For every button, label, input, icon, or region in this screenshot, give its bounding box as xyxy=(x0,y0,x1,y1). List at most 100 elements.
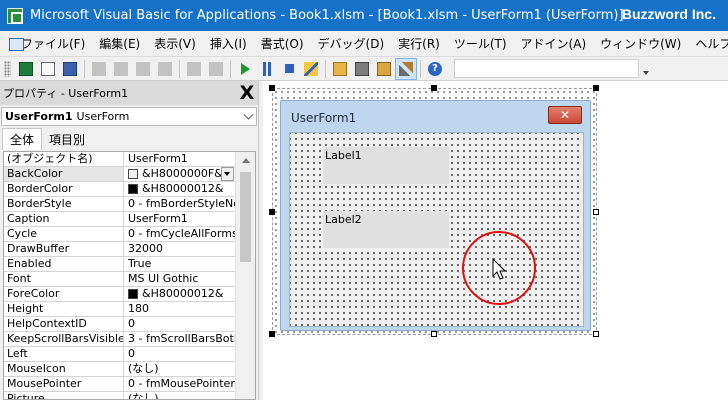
menu-debug[interactable]: デバッグ(D) xyxy=(311,35,392,52)
property-value[interactable]: UserForm1 xyxy=(124,212,235,226)
userform-client-area[interactable]: Label1 Label2 xyxy=(289,132,584,327)
resize-handle[interactable] xyxy=(431,331,437,337)
menu-bar: ファイル(F) 編集(E) 表示(V) 挿入(I) 書式(O) デバッグ(D) … xyxy=(0,31,728,57)
run-button[interactable] xyxy=(234,58,256,80)
label1-control[interactable]: Label1 xyxy=(323,147,449,184)
property-value[interactable]: 0 - fmCycleAllForms xyxy=(124,227,235,241)
close-icon[interactable]: X xyxy=(236,82,258,104)
menu-run[interactable]: 実行(R) xyxy=(391,35,447,52)
toolbar-grip-icon[interactable] xyxy=(4,60,11,77)
menu-edit[interactable]: 編集(E) xyxy=(92,35,147,52)
tab-alphabetic[interactable]: 全体 xyxy=(2,128,43,150)
copy-button[interactable] xyxy=(110,58,132,80)
standard-toolbar: ? xyxy=(0,57,728,81)
undo-button[interactable] xyxy=(183,58,205,80)
property-row[interactable]: Picture (なし) xyxy=(4,392,255,399)
userform-window[interactable]: UserForm1 ✕ Label1 Label2 xyxy=(280,100,591,331)
cut-button[interactable] xyxy=(88,58,110,80)
property-row[interactable]: Cycle 0 - fmCycleAllForms xyxy=(4,227,255,242)
vba-app-icon[interactable] xyxy=(7,7,23,24)
property-row[interactable]: KeepScrollBarsVisible 3 - fmScrollBarsBot… xyxy=(4,332,255,347)
property-row[interactable]: BackColor &H8000000F& xyxy=(4,167,255,182)
label2-control[interactable]: Label2 xyxy=(323,211,449,248)
property-row[interactable]: BorderStyle 0 - fmBorderStyleNone xyxy=(4,197,255,212)
property-value[interactable]: 0 xyxy=(124,347,235,361)
property-value[interactable]: (なし) xyxy=(124,392,235,399)
property-value[interactable]: UserForm1 xyxy=(124,152,235,166)
break-button[interactable] xyxy=(256,58,278,80)
property-value[interactable]: 0 - fmMousePointerDefault xyxy=(124,377,235,391)
resize-handle[interactable] xyxy=(269,209,275,215)
find-icon xyxy=(158,61,172,76)
scrollbar-thumb[interactable] xyxy=(240,172,251,262)
toolbar-separator xyxy=(420,59,421,78)
property-value[interactable]: &H80000012& xyxy=(124,287,235,301)
position-box xyxy=(454,59,639,78)
property-value[interactable]: True xyxy=(124,257,235,271)
property-value[interactable]: 32000 xyxy=(124,242,235,256)
find-button[interactable] xyxy=(154,58,176,80)
redo-button[interactable] xyxy=(205,58,227,80)
resize-handle[interactable] xyxy=(269,85,275,91)
tab-categorized[interactable]: 項目別 xyxy=(42,129,92,150)
project-explorer-button[interactable] xyxy=(329,58,351,80)
resize-handle[interactable] xyxy=(431,85,437,91)
help-button[interactable]: ? xyxy=(424,58,446,80)
run-icon xyxy=(240,62,250,75)
toolbar-overflow-icon[interactable] xyxy=(641,59,651,79)
userform-caption: UserForm1 xyxy=(291,111,357,125)
properties-window-button[interactable] xyxy=(351,58,373,80)
property-scrollbar[interactable] xyxy=(235,152,255,399)
property-row[interactable]: Left 0 xyxy=(4,347,255,362)
resize-handle[interactable] xyxy=(593,209,599,215)
property-value[interactable]: 3 - fmScrollBarsBoth xyxy=(124,332,235,346)
insert-userform-button[interactable] xyxy=(37,58,59,80)
property-row[interactable]: ForeColor &H80000012& xyxy=(4,287,255,302)
reset-button[interactable] xyxy=(278,58,300,80)
view-excel-button[interactable] xyxy=(15,58,37,80)
redo-icon xyxy=(209,61,223,76)
design-mode-button[interactable] xyxy=(300,58,322,80)
property-row[interactable]: Caption UserForm1 xyxy=(4,212,255,227)
property-value[interactable]: 0 - fmBorderStyleNone xyxy=(124,197,235,211)
property-name: (オブジェクト名) xyxy=(4,152,124,166)
menu-file[interactable]: ファイル(F) xyxy=(14,35,92,52)
menu-format[interactable]: 書式(O) xyxy=(254,35,311,52)
menu-view[interactable]: 表示(V) xyxy=(147,35,203,52)
toolbar-separator xyxy=(230,59,231,78)
menu-insert[interactable]: 挿入(I) xyxy=(203,35,254,52)
object-selector[interactable]: UserForm1 UserForm xyxy=(1,107,257,126)
menu-window[interactable]: ウィンドウ(W) xyxy=(593,35,688,52)
property-row[interactable]: MouseIcon (なし) xyxy=(4,362,255,377)
property-name: KeepScrollBarsVisible xyxy=(4,332,124,346)
resize-handle[interactable] xyxy=(593,85,599,91)
userform-close-button[interactable]: ✕ xyxy=(548,106,582,124)
property-row[interactable]: (オブジェクト名) UserForm1 xyxy=(4,152,255,167)
property-row[interactable]: Enabled True xyxy=(4,257,255,272)
design-mode-icon xyxy=(304,61,318,76)
resize-handle[interactable] xyxy=(269,331,275,337)
property-value[interactable]: &H80000012& xyxy=(124,182,235,196)
mouse-cursor-icon xyxy=(492,258,507,280)
toolbox-button[interactable] xyxy=(395,57,417,80)
value-dropdown-icon[interactable] xyxy=(221,167,234,181)
property-row[interactable]: DrawBuffer 32000 xyxy=(4,242,255,257)
property-value[interactable]: (なし) xyxy=(124,362,235,376)
property-value-text: &H8000000F& xyxy=(142,167,223,180)
property-value[interactable]: MS UI Gothic xyxy=(124,272,235,286)
property-row[interactable]: Height 180 xyxy=(4,302,255,317)
paste-button[interactable] xyxy=(132,58,154,80)
menu-tools[interactable]: ツール(T) xyxy=(447,35,514,52)
property-row[interactable]: Font MS UI Gothic xyxy=(4,272,255,287)
object-browser-button[interactable] xyxy=(373,58,395,80)
property-row[interactable]: BorderColor &H80000012& xyxy=(4,182,255,197)
property-value[interactable]: 0 xyxy=(124,317,235,331)
property-value[interactable]: 180 xyxy=(124,302,235,316)
resize-handle[interactable] xyxy=(593,331,599,337)
save-button[interactable] xyxy=(59,58,81,80)
property-value[interactable]: &H8000000F& xyxy=(124,167,235,181)
menu-addins[interactable]: アドイン(A) xyxy=(514,35,594,52)
menu-help[interactable]: ヘルプ(H) xyxy=(688,35,728,52)
property-row[interactable]: MousePointer 0 - fmMousePointerDefault xyxy=(4,377,255,392)
property-row[interactable]: HelpContextID 0 xyxy=(4,317,255,332)
